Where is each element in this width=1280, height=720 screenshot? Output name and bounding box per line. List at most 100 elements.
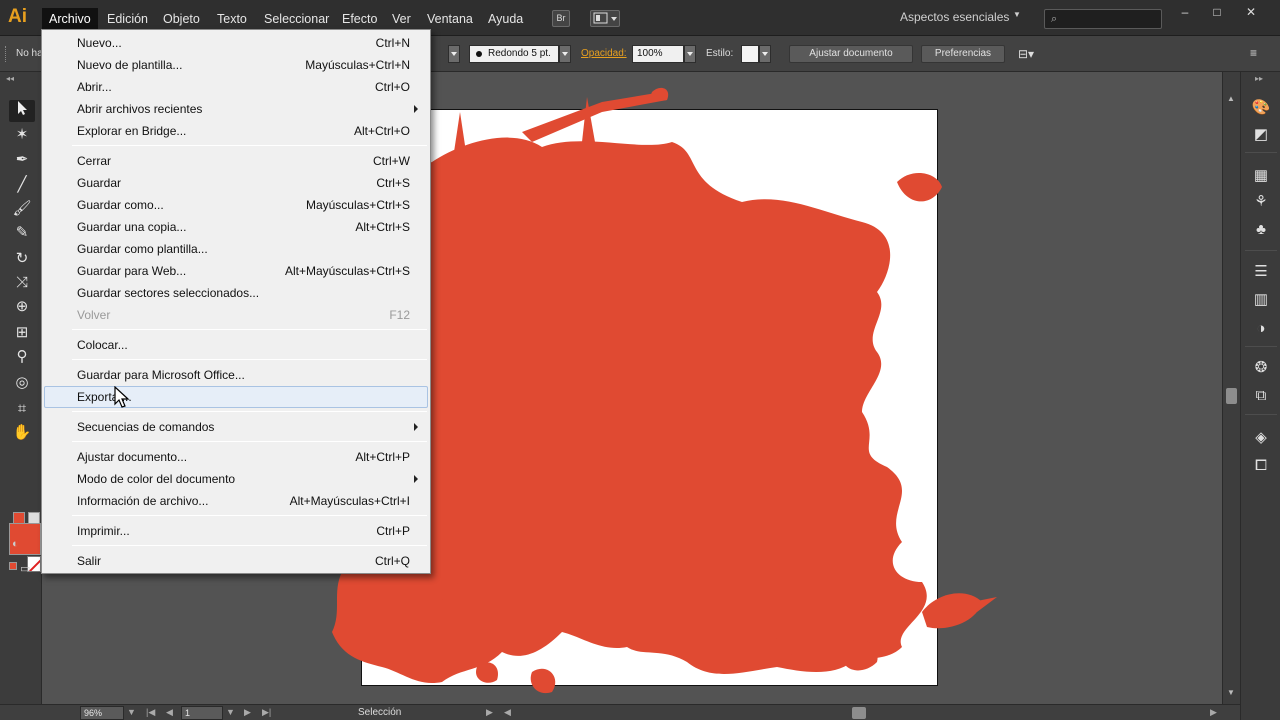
gradient-icon[interactable]: ▥ <box>1251 290 1271 310</box>
last-artboard-icon[interactable]: ▶| <box>262 707 271 718</box>
arrange-icon[interactable]: ⊟▾ <box>1018 47 1034 61</box>
menu-efecto[interactable]: Efecto <box>335 9 384 29</box>
eraser-tool-icon[interactable]: ✎ <box>9 222 35 244</box>
first-artboard-icon[interactable]: |◀ <box>146 707 155 718</box>
symbol-sprayer-icon[interactable]: ◎ <box>9 372 35 394</box>
dock-separator <box>1245 414 1277 415</box>
draw-mode-icon[interactable]: ◐ <box>12 538 19 550</box>
eyedropper-icon[interactable]: ⚲ <box>9 346 35 368</box>
scroll-left-icon[interactable]: ◀ <box>504 707 511 718</box>
menu-item-exportar[interactable]: Exportar... <box>44 386 428 408</box>
menu-item-nuevo[interactable]: Nuevo... Ctrl+N <box>44 32 428 54</box>
screen-mode-icon[interactable]: ▭ <box>20 562 30 575</box>
artboards-icon[interactable]: ⧠ <box>1251 456 1271 476</box>
menu-item-secuencias[interactable]: Secuencias de comandos <box>44 416 428 438</box>
menu-seleccionar[interactable]: Seleccionar <box>257 9 336 29</box>
next-artboard-icon[interactable]: ▶ <box>244 707 251 718</box>
previous-artboard-icon[interactable]: ◀ <box>166 707 173 718</box>
menu-item-guardar[interactable]: Guardar Ctrl+S <box>44 172 428 194</box>
scroll-down-icon[interactable]: ▼ <box>1227 688 1235 697</box>
menu-item-guardar-plantilla[interactable]: Guardar como plantilla... <box>44 238 428 260</box>
menu-item-nuevo-de-plantilla[interactable]: Nuevo de plantilla... Mayúsculas+Ctrl+N <box>44 54 428 76</box>
vertical-scroll-thumb[interactable] <box>1226 388 1237 404</box>
arrange-documents-button[interactable] <box>590 10 620 27</box>
shape-builder-icon[interactable]: ⊕ <box>9 296 35 318</box>
menu-archivo[interactable]: Archivo <box>42 8 98 30</box>
zoom-dropdown-icon[interactable]: ▼ <box>127 707 136 717</box>
maximize-button[interactable]: □ <box>1202 4 1232 20</box>
menu-item-guardar-sectores[interactable]: Guardar sectores seleccionados... <box>44 282 428 304</box>
color-panel-icon[interactable]: 🎨 <box>1251 98 1271 118</box>
zoom-field[interactable]: 96% <box>80 706 124 720</box>
scroll-up-icon[interactable]: ▲ <box>1227 94 1235 103</box>
color-mode-icon[interactable] <box>13 512 25 524</box>
symbols-icon[interactable]: ♣ <box>1251 220 1271 240</box>
preferences-button[interactable]: Preferencias <box>921 45 1005 63</box>
rotate-tool-icon[interactable]: ↻ <box>9 248 35 270</box>
gradient-mode-icon[interactable] <box>28 512 40 524</box>
hand-tool-icon[interactable]: ✋ <box>9 422 35 444</box>
scroll-right-icon[interactable]: ▶ <box>1210 707 1217 718</box>
stroke-weight-dropdown[interactable] <box>448 45 460 63</box>
minimize-button[interactable]: – <box>1170 4 1200 20</box>
close-button[interactable]: ✕ <box>1236 4 1266 20</box>
transparency-icon[interactable]: ◑ <box>1251 319 1271 339</box>
menu-ayuda[interactable]: Ayuda <box>481 9 530 29</box>
opacity-input[interactable]: 100% <box>632 45 684 63</box>
swatches-icon[interactable]: ▦ <box>1251 166 1271 186</box>
status-menu-icon[interactable]: ▶ <box>486 707 493 718</box>
brush-definition-field[interactable]: Redondo 5 pt. <box>469 45 559 63</box>
collapse-icon[interactable]: ◂◂ <box>6 74 14 83</box>
menu-item-imprimir[interactable]: Imprimir... Ctrl+P <box>44 520 428 542</box>
appearance-icon[interactable]: ❂ <box>1251 358 1271 378</box>
brush-tool-icon[interactable]: 🖌 <box>9 198 35 220</box>
menu-item-guardar-office[interactable]: Guardar para Microsoft Office... <box>44 364 428 386</box>
menu-item-guardar-como[interactable]: Guardar como... Mayúsculas+Ctrl+S <box>44 194 428 216</box>
menu-item-explorar-bridge[interactable]: Explorar en Bridge... Alt+Ctrl+O <box>44 120 428 142</box>
brushes-icon[interactable]: ⚘ <box>1251 192 1271 212</box>
artboard-number-field[interactable]: 1 <box>181 706 223 720</box>
magic-wand-icon[interactable]: ✶ <box>9 124 35 146</box>
artboard-dropdown-icon[interactable]: ▼ <box>226 707 235 717</box>
horizontal-scroll-thumb[interactable] <box>852 707 866 719</box>
color-guide-icon[interactable]: ◩ <box>1251 125 1271 145</box>
menu-edicion[interactable]: Edición <box>100 9 155 29</box>
menu-item-info-archivo[interactable]: Información de archivo... Alt+Mayúsculas+… <box>44 490 428 512</box>
menu-texto[interactable]: Texto <box>210 9 254 29</box>
brush-dropdown[interactable] <box>559 45 571 63</box>
selection-tool-icon[interactable] <box>9 100 35 122</box>
document-setup-button[interactable]: Ajustar documento <box>789 45 913 63</box>
bridge-button[interactable]: Br <box>552 10 570 27</box>
artboard-tool-icon[interactable]: ⌗ <box>9 398 35 420</box>
style-dropdown[interactable] <box>759 45 771 63</box>
style-swatch[interactable] <box>741 45 759 63</box>
menu-item-salir[interactable]: Salir Ctrl+Q <box>44 550 428 572</box>
menu-ventana[interactable]: Ventana <box>420 9 480 29</box>
selection-status: No ha <box>16 48 43 59</box>
menu-ver[interactable]: Ver <box>385 9 418 29</box>
panel-menu-icon[interactable]: ≡ <box>1250 46 1257 60</box>
menu-objeto[interactable]: Objeto <box>156 9 207 29</box>
warp-tool-icon[interactable]: ⤨ <box>9 272 35 294</box>
menu-item-abrir[interactable]: Abrir... Ctrl+O <box>44 76 428 98</box>
opacity-label[interactable]: Opacidad: <box>581 48 627 59</box>
menu-item-guardar-web[interactable]: Guardar para Web... Alt+Mayúsculas+Ctrl+S <box>44 260 428 282</box>
search-input[interactable]: ⌕ <box>1044 9 1162 29</box>
menu-item-colocar[interactable]: Colocar... <box>44 334 428 356</box>
layers-icon[interactable]: ◈ <box>1251 428 1271 448</box>
default-colors-icon[interactable] <box>9 562 17 570</box>
workspace-switcher[interactable]: Aspectos esenciales <box>900 10 1009 24</box>
menu-item-cerrar[interactable]: Cerrar Ctrl+W <box>44 150 428 172</box>
graphic-styles-icon[interactable]: ⧉ <box>1251 386 1271 406</box>
expand-panels-icon[interactable]: ▸▸ <box>1255 74 1263 83</box>
mesh-tool-icon[interactable]: ⊞ <box>9 322 35 344</box>
line-tool-icon[interactable]: ╱ <box>9 174 35 196</box>
stroke-icon[interactable]: ☰ <box>1251 262 1271 282</box>
menu-item-ajustar-documento[interactable]: Ajustar documento... Alt+Ctrl+P <box>44 446 428 468</box>
menu-item-guardar-copia[interactable]: Guardar una copia... Alt+Ctrl+S <box>44 216 428 238</box>
pen-tool-icon[interactable]: ✒ <box>9 149 35 171</box>
opacity-dropdown[interactable] <box>684 45 696 63</box>
menu-item-modo-color[interactable]: Modo de color del documento <box>44 468 428 490</box>
menu-item-abrir-recientes[interactable]: Abrir archivos recientes <box>44 98 428 120</box>
vertical-scrollbar[interactable]: ▲ ▼ <box>1222 72 1240 704</box>
